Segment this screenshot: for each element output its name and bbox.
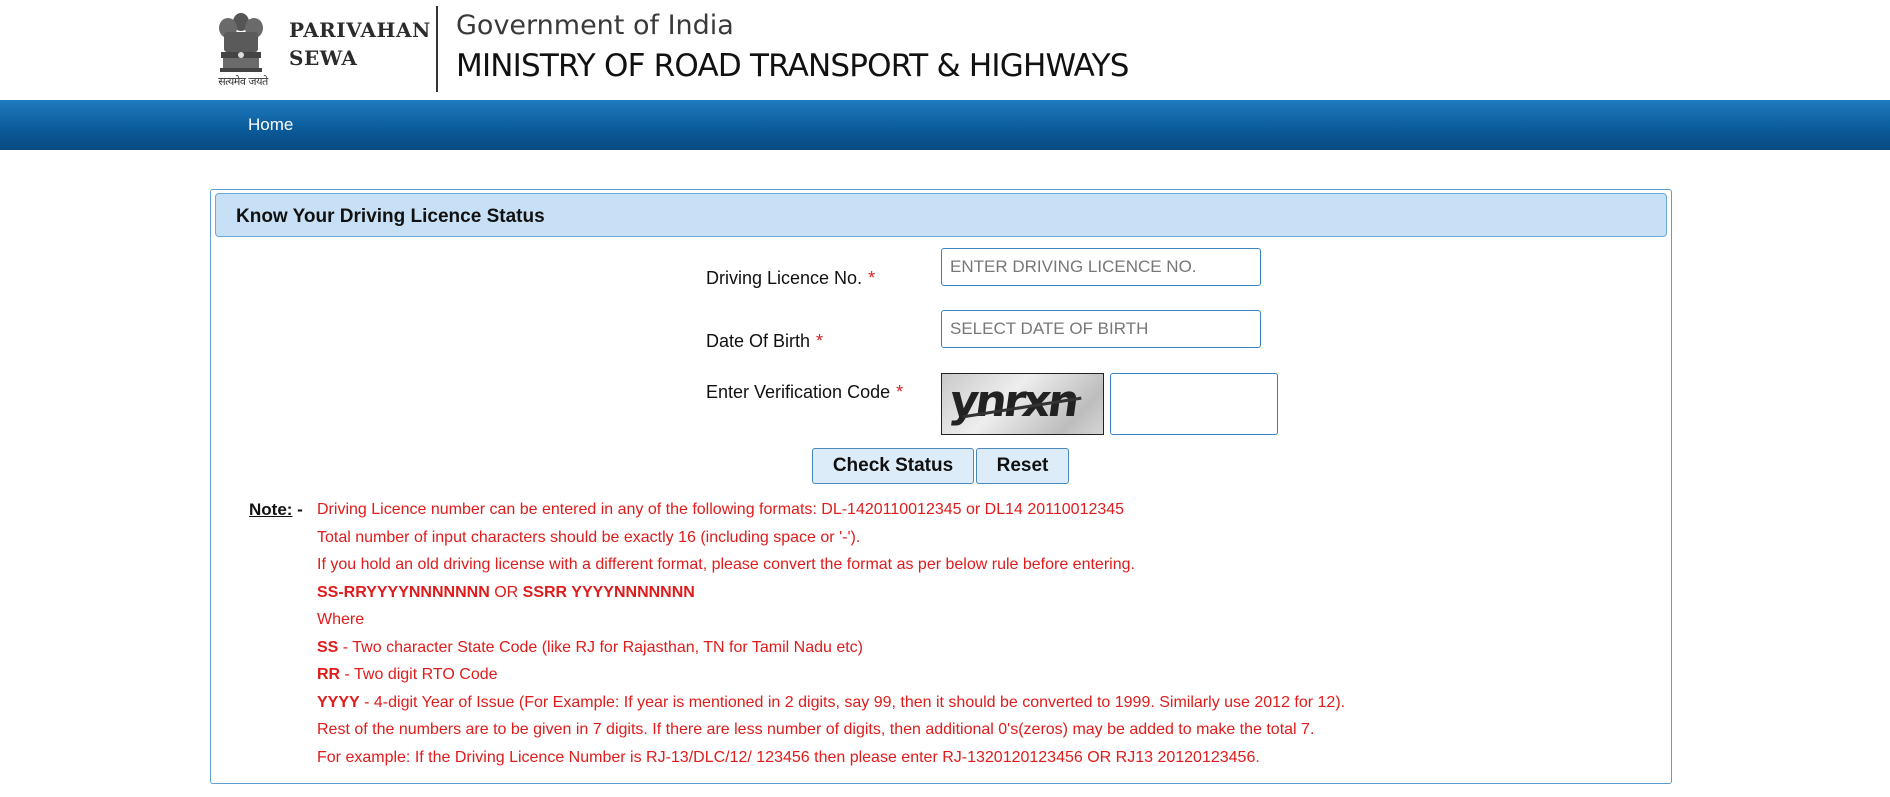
dl-number-label-text: Driving Licence No. bbox=[706, 268, 863, 288]
panel-title: Know Your Driving Licence Status bbox=[236, 206, 545, 227]
captcha-image: ynrxn bbox=[941, 373, 1104, 435]
note-yyyy-line: YYYY - 4-digit Year of Issue (For Exampl… bbox=[317, 693, 1345, 721]
nav-home-link[interactable]: Home bbox=[248, 115, 293, 135]
format-or: OR bbox=[489, 583, 523, 601]
ss-key: SS bbox=[317, 638, 339, 656]
dl-number-label: Driving Licence No. * bbox=[706, 268, 875, 289]
emblem-motto: सत्यमेव जयते bbox=[218, 75, 268, 88]
ss-text: - Two character State Code (like RJ for … bbox=[338, 638, 863, 656]
note-label-dash: - bbox=[292, 500, 303, 519]
note-label: Note: - bbox=[249, 500, 303, 520]
ministry-title: MINISTRY OF ROAD TRANSPORT & HIGHWAYS bbox=[456, 48, 1129, 84]
dob-label: Date Of Birth * bbox=[706, 331, 823, 352]
ashoka-lion-icon bbox=[219, 13, 263, 72]
note-line: For example: If the Driving Licence Numb… bbox=[317, 748, 1260, 766]
note-line: If you hold an old driving license with … bbox=[317, 556, 1135, 573]
rr-text: - Two digit RTO Code bbox=[340, 666, 498, 683]
captcha-input[interactable] bbox=[1110, 373, 1278, 435]
parivahan-sewa-brand[interactable]: PARIVAHAN SEWA bbox=[289, 16, 431, 72]
note-where: Where bbox=[317, 611, 365, 628]
site-header: सत्यमेव जयते PARIVAHAN SEWA Government o… bbox=[0, 0, 1890, 100]
note-line: Total number of input characters should … bbox=[317, 528, 861, 546]
yyyy-key: YYYY bbox=[317, 693, 360, 711]
dob-input[interactable] bbox=[941, 310, 1261, 348]
captcha-label: Enter Verification Code * bbox=[706, 382, 903, 403]
national-emblem-logo: सत्यमेव जयते bbox=[212, 10, 270, 90]
dob-label-text: Date Of Birth bbox=[706, 331, 811, 351]
format-b: SSRR YYYYNNNNNNN bbox=[522, 583, 695, 601]
format-a: SS-RRYYYYNNNNNNN bbox=[317, 583, 490, 601]
required-asterisk: * bbox=[816, 331, 824, 351]
panel-header: Know Your Driving Licence Status bbox=[215, 193, 1667, 237]
note-line: Rest of the numbers are to be given in 7… bbox=[317, 721, 1315, 738]
captcha-label-text: Enter Verification Code bbox=[706, 382, 891, 402]
note-line: Driving Licence number can be entered in… bbox=[317, 501, 1125, 518]
yyyy-text: - 4-digit Year of Issue (For Example: If… bbox=[359, 693, 1346, 711]
brand-line-1: PARIVAHAN bbox=[289, 18, 431, 42]
check-status-button[interactable]: Check Status bbox=[812, 448, 974, 484]
note-rr-line: RR - Two digit RTO Code bbox=[317, 665, 1345, 693]
main-nav-bar: Home bbox=[0, 100, 1890, 150]
note-text-block: Driving Licence number can be entered in… bbox=[317, 500, 1345, 775]
dl-number-input[interactable] bbox=[941, 248, 1261, 286]
required-asterisk: * bbox=[896, 382, 904, 402]
rr-key: RR bbox=[317, 666, 341, 683]
note-format-line: SS-RRYYYYNNNNNNN OR SSRR YYYYNNNNNNN bbox=[317, 583, 1345, 611]
required-asterisk: * bbox=[868, 268, 876, 288]
reset-button[interactable]: Reset bbox=[976, 448, 1069, 484]
government-title: Government of India bbox=[456, 10, 734, 41]
header-divider bbox=[436, 6, 438, 92]
note-ss-line: SS - Two character State Code (like RJ f… bbox=[317, 638, 1345, 666]
brand-line-2: SEWA bbox=[289, 46, 358, 70]
note-label-text: Note: bbox=[249, 500, 293, 519]
